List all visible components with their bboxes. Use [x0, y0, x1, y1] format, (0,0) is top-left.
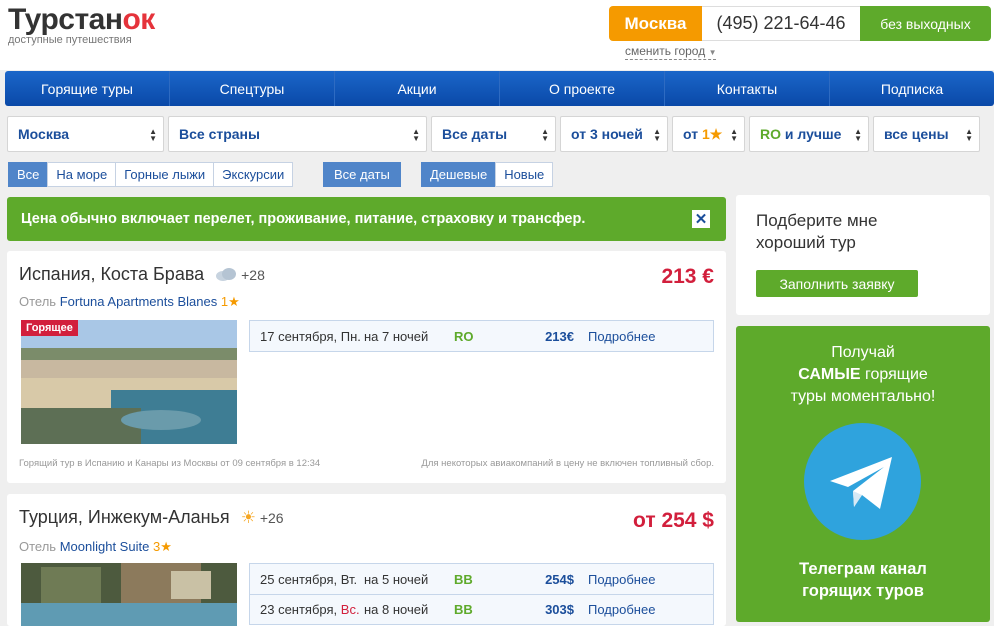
offer-row[interactable]: 25 сентября, Вт. на 5 ночей BB 254$ Подр…	[250, 564, 713, 594]
star-icon: ★	[160, 539, 172, 554]
board-select[interactable]: RO и лучше ▲ ▼	[749, 116, 869, 152]
tour-title[interactable]: Испания, Коста Брава +28	[19, 264, 265, 285]
nav-about[interactable]: О проекте	[500, 71, 665, 106]
tour-title[interactable]: Турция, Инжекум-Аланья ☀ +26	[19, 507, 284, 528]
tab-cheap[interactable]: Дешевые	[421, 162, 497, 187]
updown-arrow-icon: ▲ ▼	[412, 127, 420, 143]
nav-promotions[interactable]: Акции	[335, 71, 500, 106]
tour-card: Испания, Коста Брава +28 213 € Отель For…	[7, 251, 726, 483]
telegram-channel-label: Телеграм канал горящих туров	[799, 560, 927, 600]
hours-label: без выходных	[860, 6, 991, 41]
city-select[interactable]: Москва ▲ ▼	[7, 116, 164, 152]
footer-left: Горящий тур в Испанию и Канары из Москвы…	[19, 458, 321, 469]
phone-number: (495) 221-64-46	[702, 6, 860, 41]
tour-price: 213 €	[661, 265, 714, 288]
request-text: Подберите мне хороший тур	[756, 211, 878, 252]
hot-badge: Горящее	[21, 320, 78, 336]
tour-card: Турция, Инжекум-Аланья ☀ +26 от 254 $ От…	[7, 494, 726, 626]
dates-select[interactable]: Все даты ▲ ▼	[431, 116, 556, 152]
tour-photo[interactable]	[21, 563, 237, 626]
nav-subscribe[interactable]: Подписка	[830, 71, 994, 106]
cloud-icon	[216, 268, 237, 281]
star-icon: ★	[228, 294, 240, 309]
tab-ski[interactable]: Горные лыжи	[115, 162, 215, 187]
footer-right: Для некоторых авиакомпаний в цену не вкл…	[421, 458, 714, 469]
tab-new[interactable]: Новые	[495, 162, 554, 187]
tab-all[interactable]: Все	[8, 162, 49, 187]
sun-icon: ☀	[240, 508, 256, 527]
country-select[interactable]: Все страны ▲ ▼	[168, 116, 427, 152]
temperature: +28	[241, 267, 265, 283]
updown-arrow-icon: ▲ ▼	[965, 127, 973, 143]
tour-photo[interactable]: Горящее	[21, 320, 237, 444]
info-banner: Цена обычно включает перелет, проживание…	[7, 197, 726, 241]
main-nav: Горящие туры Спецтуры Акции О проекте Ко…	[5, 71, 994, 106]
close-icon[interactable]: ✕	[692, 210, 710, 228]
nav-contacts[interactable]: Контакты	[665, 71, 830, 106]
type-tabs: Все На море Горные лыжи Экскурсии	[8, 162, 294, 187]
tab-excursions[interactable]: Экскурсии	[213, 162, 294, 187]
request-box: Подберите мне хороший тур Заполнить заяв…	[736, 195, 990, 315]
telegram-promo[interactable]: Получай САМЫЕ горящие туры моментально! …	[736, 326, 990, 622]
details-link[interactable]: Подробнее	[588, 572, 655, 587]
hotel-link[interactable]: Fortuna Apartments Blanes	[60, 294, 218, 309]
details-link[interactable]: Подробнее	[588, 602, 655, 617]
hotel-line: Отель Moonlight Suite 3★	[19, 539, 172, 554]
updown-arrow-icon: ▲ ▼	[541, 127, 549, 143]
change-city-link[interactable]: сменить город ▼	[625, 45, 717, 60]
updown-arrow-icon: ▲ ▼	[854, 127, 862, 143]
offers-table: 17 сентября, Пн. на 7 ночей RO 213€ Подр…	[249, 320, 714, 352]
logo[interactable]: Турстанок доступные путешествия	[8, 3, 155, 47]
updown-arrow-icon: ▲ ▼	[149, 127, 157, 143]
fill-request-button[interactable]: Заполнить заявку	[756, 270, 918, 297]
banner-text: Цена обычно включает перелет, проживание…	[21, 211, 586, 227]
card-footer: Горящий тур в Испанию и Канары из Москвы…	[19, 458, 714, 469]
updown-arrow-icon: ▲ ▼	[653, 127, 661, 143]
filters-bar: Москва ▲ ▼ Все страны ▲ ▼ Все даты ▲ ▼ от 3 но…	[7, 116, 980, 152]
nav-hot-tours[interactable]: Горящие туры	[5, 71, 170, 106]
caret-down-icon: ▼	[708, 48, 717, 57]
header: Турстанок доступные путешествия Москва (…	[0, 0, 994, 70]
hotel-link[interactable]: Moonlight Suite	[60, 539, 150, 554]
city-button[interactable]: Москва	[609, 6, 702, 41]
telegram-promo-text: Получай САМЫЕ горящие туры моментально!	[790, 344, 936, 405]
temperature: +26	[259, 510, 284, 526]
tab-all-dates[interactable]: Все даты	[323, 162, 401, 187]
stars-select[interactable]: от 1 ★ ▲ ▼	[672, 116, 745, 152]
nights-select[interactable]: от 3 ночей ▲ ▼	[560, 116, 668, 152]
offer-row[interactable]: 17 сентября, Пн. на 7 ночей RO 213€ Подр…	[250, 321, 713, 351]
hotel-photo	[21, 563, 237, 626]
tour-price: от 254 $	[633, 509, 714, 532]
details-link[interactable]: Подробнее	[588, 329, 655, 344]
offers-table: 25 сентября, Вт. на 5 ночей BB 254$ Подр…	[249, 563, 714, 625]
star-icon: ★	[709, 125, 723, 142]
tab-sea[interactable]: На море	[47, 162, 117, 187]
nav-special-tours[interactable]: Спецтуры	[170, 71, 335, 106]
hotel-line: Отель Fortuna Apartments Blanes 1★	[19, 294, 240, 309]
telegram-icon[interactable]	[804, 423, 921, 540]
beach-photo	[21, 320, 237, 444]
price-select[interactable]: все цены ▲ ▼	[873, 116, 980, 152]
logo-title: Турстанок	[8, 3, 155, 36]
updown-arrow-icon: ▲ ▼	[730, 127, 738, 143]
offer-row[interactable]: 23 сентября, Вс. на 8 ночей BB 303$ Подр…	[250, 594, 713, 624]
sort-tabs: Дешевые Новые	[421, 162, 554, 187]
contact-block: Москва (495) 221-64-46 без выходных	[609, 6, 991, 41]
date-tabs: Все даты	[323, 162, 401, 187]
